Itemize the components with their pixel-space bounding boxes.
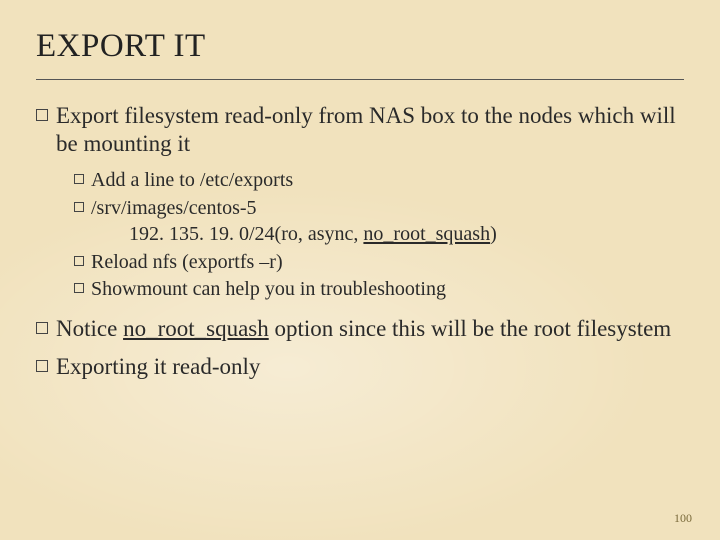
list-item: Export filesystem read-only from NAS box… <box>36 102 684 158</box>
list-item: Notice no_root_squash option since this … <box>36 315 684 343</box>
slide: EXPORT IT Export filesystem read-only fr… <box>0 0 720 540</box>
list-item-text: /srv/images/centos-5 <box>91 196 684 222</box>
page-number: 100 <box>674 511 692 526</box>
text-underlined: no_root_squash <box>123 316 269 341</box>
bullet-square-icon <box>74 256 84 266</box>
list-item: Showmount can help you in troubleshootin… <box>74 277 684 303</box>
list-item-text: Notice no_root_squash option since this … <box>56 315 684 343</box>
list-item-text: Export filesystem read-only from NAS box… <box>56 102 684 158</box>
list-item-text: Reload nfs (exportfs –r) <box>91 250 684 276</box>
list-item-text: Add a line to /etc/exports <box>91 168 684 194</box>
list-item: /srv/images/centos-5 <box>74 196 684 222</box>
sublist: Add a line to /etc/exports /srv/images/c… <box>36 168 684 303</box>
title-rule <box>36 79 684 80</box>
text-suffix: option since this will be the root files… <box>269 316 671 341</box>
list-item-text: Exporting it read-only <box>56 353 684 381</box>
text-prefix: Notice <box>56 316 123 341</box>
bullet-square-icon <box>36 109 48 121</box>
list-item: Add a line to /etc/exports <box>74 168 684 194</box>
bullet-square-icon <box>36 322 48 334</box>
continuation-prefix: 192. 135. 19. 0/24(ro, async, <box>129 223 363 245</box>
bullet-square-icon <box>74 174 84 184</box>
bullet-square-icon <box>36 360 48 372</box>
list-item-continuation: 192. 135. 19. 0/24(ro, async, no_root_sq… <box>74 222 684 248</box>
list-item-text: Showmount can help you in troubleshootin… <box>91 277 684 303</box>
bullet-square-icon <box>74 202 84 212</box>
continuation-suffix: ) <box>490 223 497 245</box>
list-item: Reload nfs (exportfs –r) <box>74 250 684 276</box>
list-item: Exporting it read-only <box>36 353 684 381</box>
page-title: EXPORT IT <box>36 28 684 65</box>
continuation-underlined: no_root_squash <box>363 223 490 245</box>
bullet-square-icon <box>74 283 84 293</box>
